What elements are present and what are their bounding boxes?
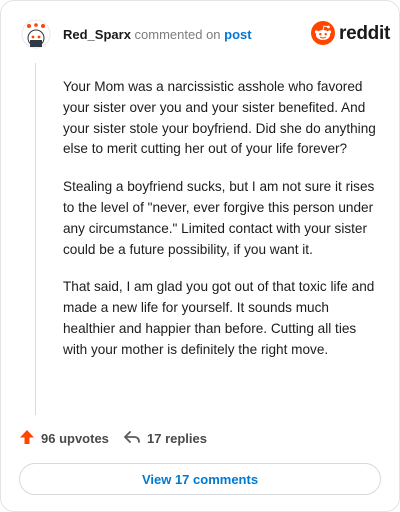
- action-text: commented on: [134, 27, 221, 42]
- reddit-wordmark: reddit: [339, 23, 390, 44]
- reddit-brand[interactable]: reddit: [311, 21, 390, 50]
- reply-button[interactable]: 17 replies: [123, 429, 207, 448]
- reply-count: 17 replies: [147, 431, 207, 446]
- thread-line[interactable]: [35, 63, 36, 415]
- reddit-logo-icon: [311, 21, 335, 50]
- comment-card: Red_Sparx commented on post reddit Your …: [0, 0, 400, 512]
- comment-meta: Red_Sparx commented on post: [63, 27, 252, 42]
- username-link[interactable]: Red_Sparx: [63, 27, 131, 42]
- view-comments-button[interactable]: View 17 comments: [19, 463, 381, 495]
- upvote-count: 96 upvotes: [41, 431, 109, 446]
- upvote-arrow-icon: [19, 429, 41, 448]
- comment-paragraph: That said, I am glad you got out of that…: [63, 279, 375, 357]
- post-link[interactable]: post: [224, 27, 251, 42]
- comment-actions: 96 upvotes 17 replies: [19, 429, 379, 449]
- comment-paragraph: Your Mom was a narcissistic asshole who …: [63, 79, 376, 157]
- comment-paragraph: Stealing a boyfriend sucks, but I am not…: [63, 179, 375, 257]
- comment-body: Your Mom was a narcissistic asshole who …: [63, 77, 381, 378]
- upvote-button[interactable]: 96 upvotes: [19, 429, 109, 448]
- user-avatar-icon[interactable]: [21, 19, 51, 49]
- reply-arrow-icon: [123, 429, 147, 448]
- comment-header: Red_Sparx commented on post reddit: [15, 19, 390, 50]
